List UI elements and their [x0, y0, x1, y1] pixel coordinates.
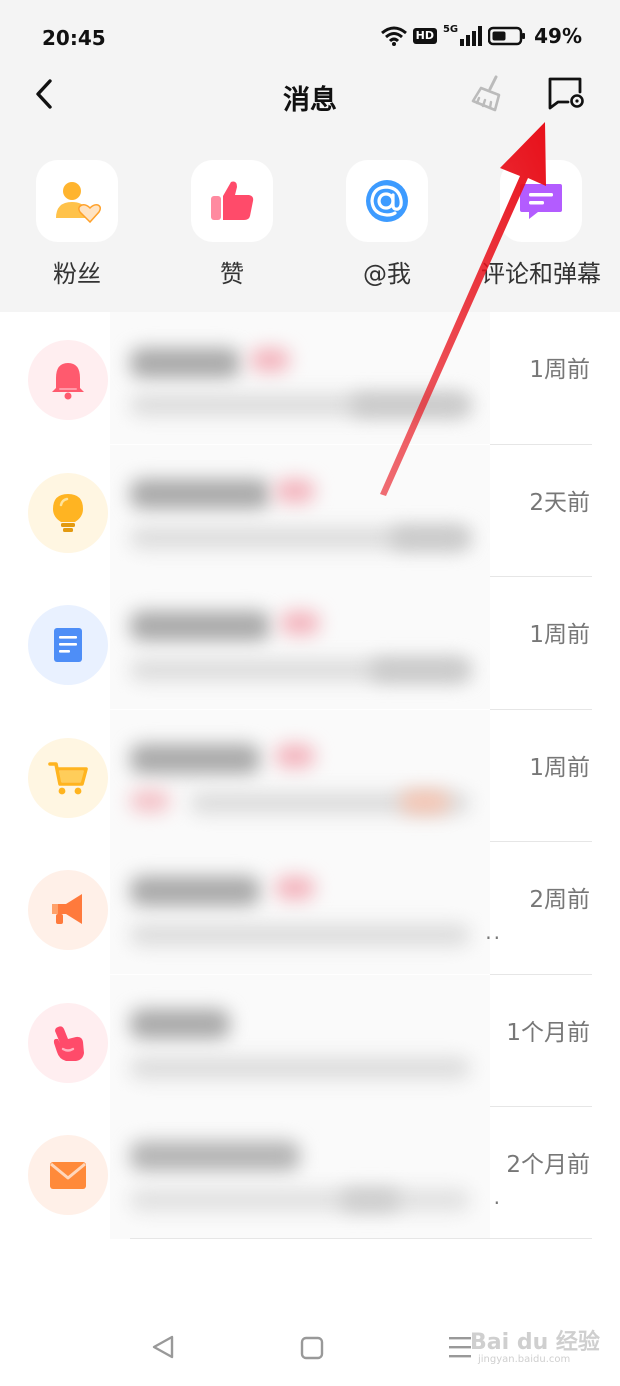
message-avatar [28, 605, 108, 685]
hd-badge: HD [412, 28, 437, 44]
message-preview-blurred [110, 842, 490, 974]
network-type: 5G [442, 23, 459, 35]
triangle-back-icon [152, 1335, 174, 1359]
message-preview-blurred [110, 577, 490, 709]
message-preview-blurred [110, 1107, 490, 1239]
message-preview-blurred [110, 312, 490, 444]
megaphone-icon [52, 894, 82, 924]
broom-icon [471, 75, 501, 112]
message-list: 1周前 2天前 1周前 1周前 2周前 .. 1个月前 2个月前 . [0, 312, 620, 1240]
message-row[interactable]: 2天前 [0, 444, 620, 577]
message-row[interactable]: 1周前 [0, 577, 620, 710]
quick-action-fans[interactable]: 粉丝 [12, 160, 142, 289]
quick-icon-box [500, 160, 582, 242]
message-time: 2周前 [529, 887, 590, 913]
thumbs-up-icon [211, 181, 254, 220]
watermark-logo: Bai du 经验 [470, 1330, 600, 1355]
message-preview-blurred [110, 709, 490, 842]
system-home-button[interactable] [300, 1336, 324, 1364]
lightbulb-icon [53, 493, 83, 532]
message-time: 2个月前 [506, 1152, 590, 1178]
quick-action-mentions[interactable]: @我 [322, 160, 452, 289]
shopping-cart-icon [48, 761, 88, 794]
quick-action-likes[interactable]: 赞 [167, 160, 297, 289]
quick-action-label: @我 [363, 260, 411, 288]
quick-actions: 粉丝 赞 @我 评论和弹幕 [0, 150, 620, 312]
quick-icon-box [36, 160, 118, 242]
message-preview-blurred [110, 974, 490, 1107]
message-row[interactable]: 2个月前 . [0, 1107, 620, 1240]
status-time: 20:45 [42, 26, 106, 50]
clear-unread-button[interactable] [468, 74, 508, 114]
message-avatar [28, 340, 108, 420]
battery-icon [488, 26, 526, 46]
system-nav-bar: Bai du 经验 jingyan.baidu.com [0, 1310, 620, 1386]
message-time: 2天前 [529, 489, 590, 516]
comment-icon [520, 184, 562, 219]
signal-icon [460, 26, 483, 46]
bell-icon [52, 363, 84, 400]
list-end-divider [130, 1238, 592, 1239]
quick-action-label: 粉丝 [53, 260, 101, 288]
message-settings-icon [548, 77, 584, 110]
quick-icon-box [346, 160, 428, 242]
document-icon [54, 628, 82, 662]
system-menu-button[interactable] [448, 1334, 472, 1364]
message-row[interactable]: 1个月前 [0, 974, 620, 1107]
status-indicators: HD 5G 49% [380, 23, 582, 48]
message-preview-blurred [110, 444, 490, 577]
message-avatar [28, 472, 108, 553]
quick-action-label: 评论和弹幕 [481, 260, 601, 288]
message-ellipsis: . [493, 1185, 502, 1209]
square-home-icon [300, 1336, 324, 1360]
wifi-icon [380, 26, 407, 46]
system-back-button[interactable] [150, 1334, 176, 1364]
fans-icon [56, 182, 102, 224]
page-title: 消息 [283, 85, 337, 116]
envelope-icon [50, 1162, 86, 1189]
header: 消息 [0, 74, 620, 150]
message-time: 1周前 [529, 754, 590, 781]
message-ellipsis: .. [485, 920, 502, 944]
message-avatar [28, 737, 108, 818]
message-time: 1周前 [529, 357, 590, 383]
hand-pointer-icon [53, 1025, 84, 1061]
quick-action-comments[interactable]: 评论和弹幕 [476, 160, 606, 289]
message-row[interactable]: 2周前 .. [0, 842, 620, 975]
status-bar: 20:45 HD 5G 49% [0, 0, 620, 76]
message-settings-button[interactable] [546, 74, 588, 114]
watermark-url: jingyan.baidu.com [478, 1354, 571, 1365]
message-row[interactable]: 1周前 [0, 709, 620, 842]
at-icon [366, 180, 408, 222]
message-avatar [28, 1135, 108, 1215]
message-time: 1个月前 [506, 1019, 590, 1046]
message-avatar [28, 1002, 108, 1083]
message-avatar [28, 870, 108, 950]
quick-action-label: 赞 [220, 260, 244, 288]
battery-percent: 49% [534, 24, 582, 48]
menu-icon [449, 1337, 471, 1358]
message-time: 1周前 [529, 622, 590, 648]
message-row[interactable]: 1周前 [0, 312, 620, 445]
quick-icon-box [191, 160, 273, 242]
